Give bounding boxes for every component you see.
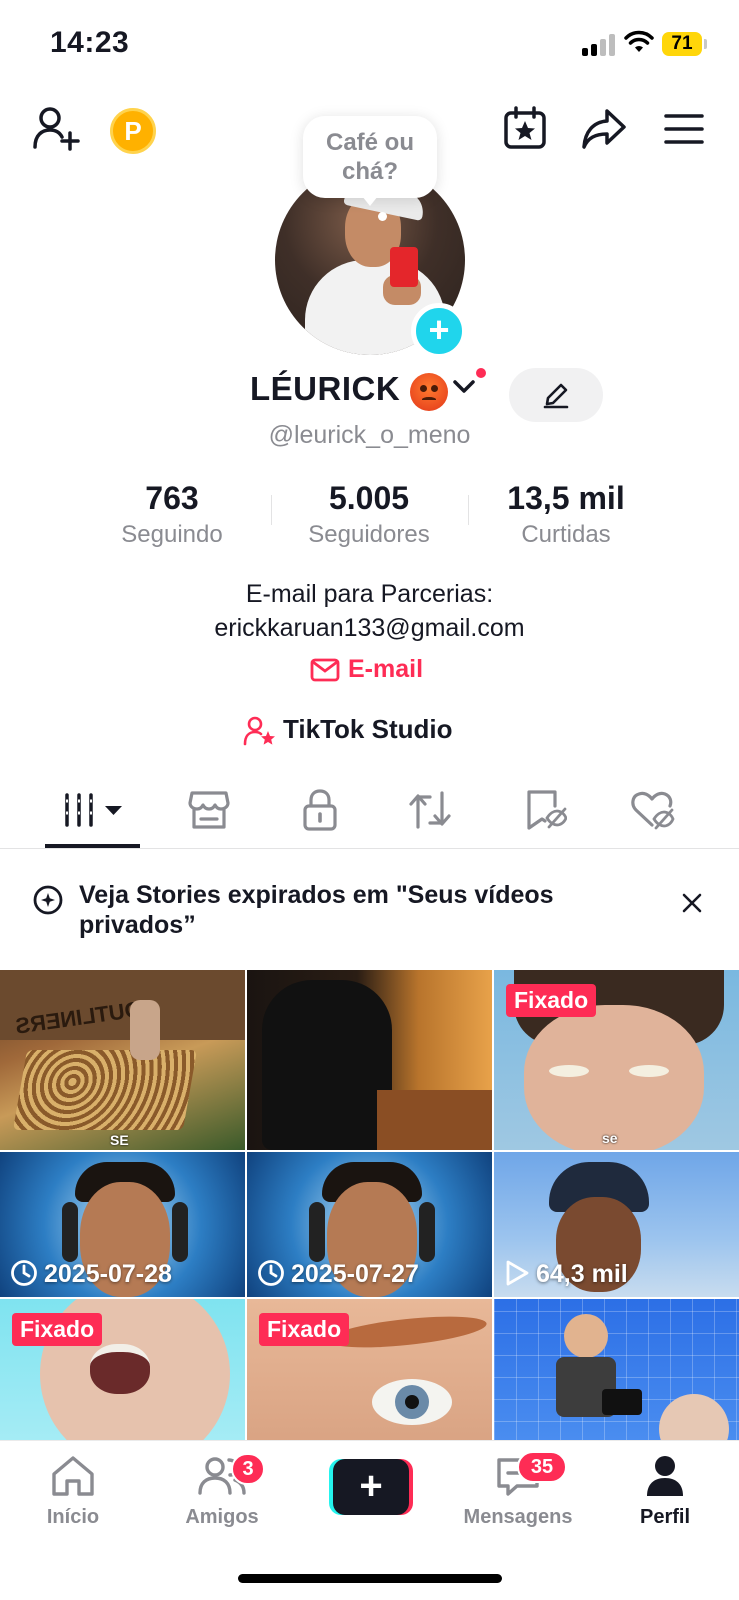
- coin-icon[interactable]: P: [110, 108, 156, 154]
- email-button-label: E-mail: [348, 655, 424, 683]
- video-thumbnail[interactable]: OUTLINERS SE: [0, 970, 245, 1150]
- battery-level: 71: [662, 32, 702, 56]
- display-name: LÉURICK: [250, 370, 401, 407]
- likes-count: 13,5 mil: [507, 480, 625, 516]
- pinned-tag: Fixado: [12, 1313, 103, 1346]
- video-thumbnail[interactable]: 2025-07-27: [247, 1152, 492, 1297]
- close-icon[interactable]: [681, 892, 703, 914]
- username-handle: @leurick_o_meno: [268, 421, 471, 449]
- expired-stories-banner[interactable]: Veja Stories expirados em "Seus vídeos p…: [0, 868, 739, 948]
- thumbnail-caption: se: [602, 1130, 618, 1146]
- scheduled-date: 2025-07-27: [257, 1259, 419, 1289]
- video-grid: OUTLINERS SE Fixado se 2025-07-28 2025-0…: [0, 970, 739, 1440]
- menu-icon[interactable]: [664, 113, 704, 145]
- video-thumbnail[interactable]: Fixado: [0, 1299, 245, 1440]
- stat-likes[interactable]: 13,5 mil Curtidas: [476, 480, 656, 549]
- nav-profile[interactable]: Perfil: [600, 1455, 730, 1529]
- scheduled-date-text: 2025-07-28: [44, 1260, 172, 1288]
- stat-followers[interactable]: 5.005 Seguidores: [279, 480, 459, 549]
- studio-person-star-icon: [243, 716, 275, 746]
- studio-label: TikTok Studio: [283, 714, 453, 744]
- add-story-button[interactable]: +: [411, 303, 467, 359]
- banner-text: Veja Stories expirados em "Seus vídeos p…: [79, 881, 554, 939]
- nav-friends-label: Amigos: [185, 1506, 259, 1528]
- profile-icon: [647, 1456, 683, 1496]
- angry-emoji-icon: [410, 373, 448, 411]
- bio-line: erickkaruan133@gmail.com: [214, 614, 525, 642]
- note-bubble-dot: [378, 212, 387, 221]
- create-button[interactable]: +: [329, 1459, 413, 1515]
- shop-tab-icon[interactable]: [188, 790, 230, 830]
- view-count: 64,3 mil: [504, 1259, 628, 1289]
- thumbnail-caption: SE: [110, 1132, 129, 1148]
- mail-icon: [310, 658, 340, 682]
- wifi-icon: [624, 30, 654, 52]
- pinned-tag: Fixado: [259, 1313, 350, 1346]
- scheduled-date-text: 2025-07-27: [291, 1260, 419, 1288]
- share-icon[interactable]: [581, 108, 627, 150]
- status-bar: 14:23 71: [0, 0, 739, 90]
- cellular-signal-icon: [582, 34, 618, 56]
- bio-line: E-mail para Parcerias:: [245, 580, 494, 608]
- likes-label: Curtidas: [521, 521, 611, 548]
- nav-profile-label: Perfil: [639, 1506, 691, 1528]
- video-thumbnail[interactable]: Fixado se: [494, 970, 739, 1150]
- following-label: Seguindo: [121, 521, 223, 548]
- create-plus-icon: +: [333, 1459, 409, 1515]
- chevron-down-icon[interactable]: [452, 378, 476, 396]
- video-thumbnail[interactable]: [494, 1299, 739, 1440]
- nav-inbox-label: Mensagens: [463, 1506, 573, 1528]
- notification-dot: [474, 366, 488, 380]
- nav-home[interactable]: Início: [8, 1455, 138, 1529]
- repost-tab-icon[interactable]: [408, 789, 452, 831]
- pencil-icon: [543, 383, 569, 409]
- liked-hidden-tab-icon[interactable]: [630, 789, 676, 831]
- status-time: 14:23: [50, 26, 130, 59]
- nav-home-label: Início: [46, 1506, 100, 1528]
- scheduled-date: 2025-07-28: [10, 1259, 172, 1289]
- battery-tip: [704, 39, 707, 49]
- video-thumbnail[interactable]: 64,3 mil: [494, 1152, 739, 1297]
- home-indicator: [238, 1574, 502, 1583]
- video-thumbnail[interactable]: 2025-07-28: [0, 1152, 245, 1297]
- add-friend-icon[interactable]: [32, 105, 80, 151]
- followers-label: Seguidores: [308, 521, 430, 548]
- video-thumbnail[interactable]: [247, 970, 492, 1150]
- play-icon: [506, 1260, 529, 1286]
- profile-tabs: [0, 780, 739, 850]
- videos-grid-tab-icon[interactable]: [63, 793, 125, 827]
- stat-divider: [271, 495, 272, 525]
- story-sparkle-icon: [33, 885, 63, 915]
- email-button[interactable]: E-mail: [310, 655, 423, 684]
- friends-badge: 3: [231, 1453, 265, 1485]
- note-bubble[interactable]: Café ou chá?: [303, 116, 437, 198]
- inbox-badge: 35: [517, 1451, 567, 1483]
- followers-count: 5.005: [328, 480, 410, 516]
- calendar-star-icon[interactable]: [503, 106, 547, 150]
- tabs-divider: [0, 848, 739, 849]
- clock-icon: [11, 1260, 37, 1286]
- lock-tab-icon[interactable]: [302, 789, 338, 831]
- edit-profile-button[interactable]: [509, 368, 603, 422]
- nav-friends[interactable]: Amigos: [157, 1455, 287, 1529]
- pinned-tag: Fixado: [506, 984, 597, 1017]
- stat-divider: [468, 495, 469, 525]
- stat-following[interactable]: 763 Seguindo: [82, 480, 262, 549]
- profile-bio: E-mail para Parcerias: erickkaruan133@gm…: [0, 577, 739, 645]
- following-count: 763: [145, 480, 199, 516]
- tiktok-studio-link[interactable]: TikTok Studio: [243, 714, 453, 746]
- favorites-hidden-tab-icon[interactable]: [525, 789, 567, 831]
- clock-icon: [258, 1260, 284, 1286]
- view-count-text: 64,3 mil: [536, 1260, 628, 1288]
- home-icon: [52, 1456, 94, 1496]
- video-thumbnail[interactable]: Fixado: [247, 1299, 492, 1440]
